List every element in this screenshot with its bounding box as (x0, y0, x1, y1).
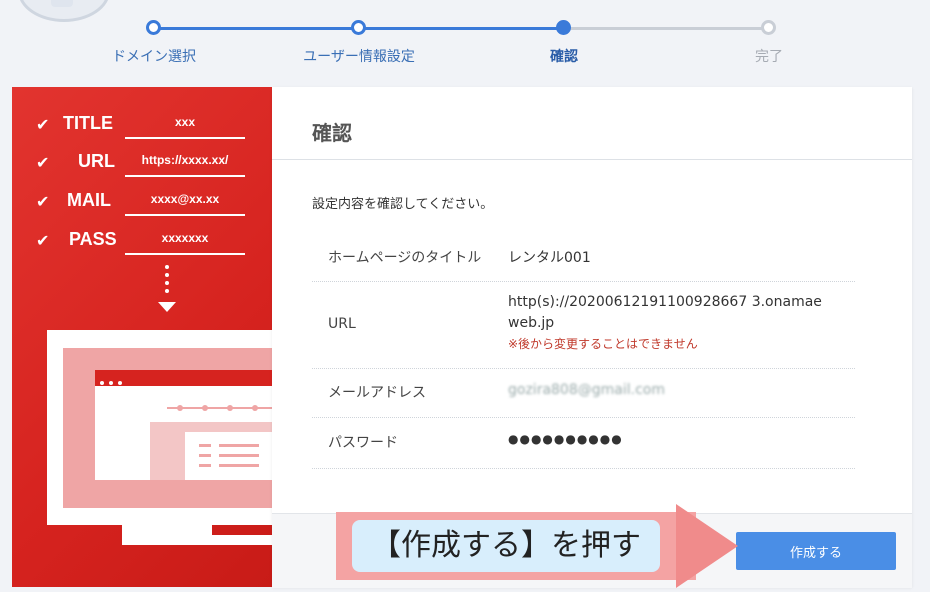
url-line: http(s)://20200612191100928667 3.onamae (508, 294, 822, 310)
step-label-confirm: 確認 (550, 49, 578, 65)
arrow-right-icon (676, 504, 738, 588)
arrow-down-icon (158, 302, 176, 312)
browser-window-icon (95, 370, 272, 480)
table-row-url: URL http(s)://20200612191100928667 3.ona… (312, 282, 855, 369)
password-value: ●●●●●●●●●● (508, 432, 623, 446)
check-icon: ✔ (36, 115, 50, 134)
table-row-email: メールアドレス gozira808@gmail.com (312, 369, 855, 418)
step-label-domain: ドメイン選択 (112, 49, 196, 65)
dotted-arrow-icon (164, 265, 170, 297)
illustration-value: https://xxxx.xx/ (141, 153, 229, 167)
illustration-value: xxx (174, 115, 196, 129)
step-label-complete: 完了 (755, 49, 783, 65)
check-icon: ✔ (36, 231, 50, 250)
divider (272, 159, 912, 160)
illustration-row-url: ✔ URL https://xxxx.xx/ (12, 151, 272, 177)
browser-bar (95, 370, 272, 386)
step-dot-domain (146, 20, 161, 35)
row-label: パスワード (328, 435, 398, 451)
illustration-row-title: ✔ TITLE xxx (12, 113, 272, 139)
illustration-key: MAIL (67, 190, 111, 210)
row-label: URL (328, 316, 356, 332)
illustration-underline (125, 253, 245, 255)
illustration-underline (125, 214, 245, 216)
url-warning-note: ※後から変更することはできません (508, 337, 698, 351)
url-value: http(s)://20200612191100928667 3.onamae … (508, 292, 848, 355)
illustration-value: xxxxxxx (161, 231, 209, 245)
illustration-key: PASS (69, 229, 117, 249)
url-line: web.jp (508, 315, 555, 331)
table-row-title: ホームページのタイトル レンタル001 (312, 235, 855, 282)
illustration-key: TITLE (63, 113, 113, 133)
progress-stepper: ドメイン選択 ユーザー情報設定 確認 完了 (0, 0, 930, 80)
webpage-sketch-icon (150, 405, 272, 480)
illustration-panel: ✔ TITLE xxx ✔ URL https://xxxx.xx/ ✔ MAI… (12, 87, 272, 587)
email-value: gozira808@gmail.com (508, 382, 665, 398)
row-value: レンタル001 (508, 250, 591, 266)
monitor-screen (63, 348, 272, 508)
step-line-3 (570, 27, 768, 30)
annotation-text: 【作成する】を押す (352, 520, 660, 572)
confirm-instructions: 設定内容を確認してください。 (312, 197, 494, 212)
illustration-key: URL (78, 151, 115, 171)
step-line-1 (160, 27, 358, 30)
row-label: メールアドレス (328, 385, 426, 401)
check-icon: ✔ (36, 192, 50, 211)
step-label-user-info: ユーザー情報設定 (303, 49, 415, 65)
page-title: 確認 (312, 121, 352, 145)
check-icon: ✔ (36, 153, 50, 172)
table-row-password: パスワード ●●●●●●●●●● (312, 418, 855, 469)
create-button[interactable]: 作成する (736, 532, 896, 570)
step-dot-user-info (351, 20, 366, 35)
illustration-row-pass: ✔ PASS xxxxxxx (12, 229, 272, 255)
step-dot-confirm (556, 20, 571, 35)
monitor-stand (122, 525, 212, 535)
step-line-2 (365, 27, 563, 30)
illustration-value: xxxx@xx.xx (150, 192, 220, 206)
step-dot-complete (761, 20, 776, 35)
illustration-row-mail: ✔ MAIL xxxx@xx.xx (12, 190, 272, 216)
monitor-base (122, 535, 272, 545)
illustration-underline (125, 175, 245, 177)
illustration-underline (125, 137, 245, 139)
row-label: ホームページのタイトル (328, 250, 482, 266)
confirm-table: ホームページのタイトル レンタル001 URL http(s)://202006… (312, 235, 855, 469)
monitor-icon (47, 330, 272, 525)
